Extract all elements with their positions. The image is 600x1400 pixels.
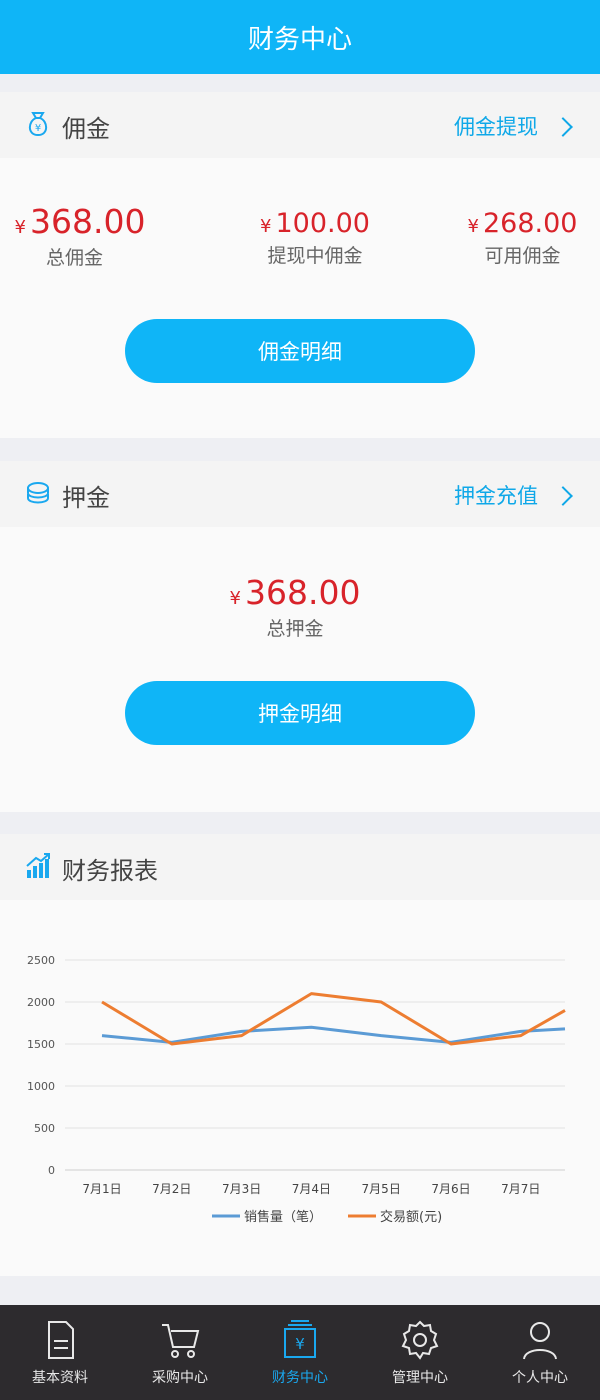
tab-label: 管理中心 bbox=[392, 1370, 448, 1386]
tab-label: 个人中心 bbox=[512, 1370, 568, 1386]
x-tick-label: 7月6日 bbox=[431, 1182, 470, 1196]
total-deposit: ¥368.00 总押金 bbox=[200, 573, 390, 641]
x-tick-label: 7月7日 bbox=[501, 1182, 540, 1196]
x-tick-label: 7月5日 bbox=[362, 1182, 401, 1196]
svg-text:¥: ¥ bbox=[35, 123, 41, 134]
x-tick-label: 7月2日 bbox=[152, 1182, 191, 1196]
finance-icon: ¥ bbox=[284, 1320, 316, 1358]
tab-purchase-center[interactable]: 采购中心 bbox=[120, 1305, 240, 1400]
amount-label: 总佣金 bbox=[46, 247, 104, 269]
deposit-header: 押金 押金充值 bbox=[0, 461, 600, 527]
deposit-section: 押金 押金充值 ¥368.00 总押金 押金明细 bbox=[0, 461, 600, 812]
finance-chart: 0 500 1000 1500 2000 2500 7月1日 7月2日 7月3日 7月4日 7月5日… bbox=[0, 900, 600, 1276]
amount-value: 368.00 bbox=[244, 573, 361, 612]
amount-label: 总押金 bbox=[266, 618, 324, 640]
y-tick-label: 500 bbox=[34, 1122, 55, 1135]
amount-value: 368.00 bbox=[30, 202, 146, 241]
legend-label: 交易额(元) bbox=[380, 1209, 442, 1225]
x-tick-label: 7月4日 bbox=[292, 1182, 331, 1196]
deposit-title: 押金 bbox=[62, 484, 110, 512]
y-tick-label: 2000 bbox=[27, 996, 55, 1009]
gear-icon bbox=[401, 1320, 439, 1360]
currency-symbol: ¥ bbox=[14, 217, 26, 238]
deposit-detail-button[interactable]: 押金明细 bbox=[125, 681, 475, 745]
tab-label: 财务中心 bbox=[272, 1370, 328, 1386]
amount-value: 268.00 bbox=[482, 208, 578, 239]
y-tick-label: 2500 bbox=[27, 954, 55, 967]
page-title: 财务中心 bbox=[247, 24, 352, 55]
chevron-right-icon bbox=[553, 117, 573, 137]
tab-management-center[interactable]: 管理中心 bbox=[360, 1305, 480, 1400]
currency-symbol: ¥ bbox=[260, 216, 272, 237]
total-commission: ¥368.00 总佣金 bbox=[15, 202, 146, 270]
commission-header: ¥ 佣金 佣金提现 bbox=[0, 92, 600, 158]
y-tick-label: 1000 bbox=[27, 1080, 55, 1093]
available-commission: ¥268.00 可用佣金 bbox=[455, 208, 590, 268]
deposit-recharge-label: 押金充值 bbox=[454, 484, 538, 508]
bar-chart-icon bbox=[26, 853, 50, 878]
commission-detail-label: 佣金明细 bbox=[258, 340, 342, 364]
commission-withdraw-link[interactable]: 佣金提现 bbox=[454, 111, 573, 141]
commission-detail-button[interactable]: 佣金明细 bbox=[125, 319, 475, 383]
commission-title: 佣金 bbox=[62, 115, 110, 143]
tab-label: 采购中心 bbox=[152, 1370, 208, 1386]
x-tick-label: 7月3日 bbox=[222, 1182, 261, 1196]
deposit-detail-label: 押金明细 bbox=[258, 702, 342, 726]
currency-symbol: ¥ bbox=[229, 588, 241, 609]
bottom-tab-bar: 基本资料 采购中心 ¥ 财务中心 管理中心 个人中心 bbox=[0, 1305, 600, 1400]
legend-label: 销售量（笔） bbox=[244, 1209, 322, 1225]
person-icon bbox=[523, 1322, 557, 1360]
report-title: 财务报表 bbox=[62, 857, 158, 885]
coins-icon bbox=[27, 482, 49, 504]
tab-label: 基本资料 bbox=[32, 1370, 88, 1386]
svg-text:¥: ¥ bbox=[295, 1335, 305, 1353]
currency-symbol: ¥ bbox=[467, 216, 479, 237]
y-tick-label: 0 bbox=[48, 1164, 55, 1177]
amount-label: 可用佣金 bbox=[484, 245, 561, 267]
app-header: 财务中心 bbox=[0, 0, 600, 74]
money-bag-icon: ¥ bbox=[28, 112, 48, 137]
report-section: 财务报表 0 500 1000 1500 2000 2500 7月1日 7月2日 7月3日 7月4… bbox=[0, 834, 600, 1276]
amount-label: 提现中佣金 bbox=[267, 245, 363, 267]
y-tick-label: 1500 bbox=[27, 1038, 55, 1051]
x-tick-label: 7月1日 bbox=[82, 1182, 121, 1196]
document-icon bbox=[48, 1321, 74, 1359]
commission-withdraw-label: 佣金提现 bbox=[454, 115, 538, 139]
deposit-recharge-link[interactable]: 押金充值 bbox=[454, 480, 573, 510]
chevron-right-icon bbox=[553, 486, 573, 506]
cart-icon bbox=[162, 1324, 200, 1358]
tab-personal-center[interactable]: 个人中心 bbox=[480, 1305, 600, 1400]
tab-basic-info[interactable]: 基本资料 bbox=[0, 1305, 120, 1400]
pending-commission: ¥100.00 提现中佣金 bbox=[245, 208, 385, 268]
amount-value: 100.00 bbox=[275, 208, 370, 239]
line-chart: 0 500 1000 1500 2000 2500 7月1日 7月2日 7月3日 7月4日 7月5日… bbox=[27, 954, 566, 1225]
report-header: 财务报表 bbox=[0, 834, 600, 900]
tab-finance-center[interactable]: ¥ 财务中心 bbox=[240, 1305, 360, 1400]
commission-section: ¥ 佣金 佣金提现 ¥368.00 总佣金 ¥100.00 提现中佣金 ¥268… bbox=[0, 92, 600, 438]
